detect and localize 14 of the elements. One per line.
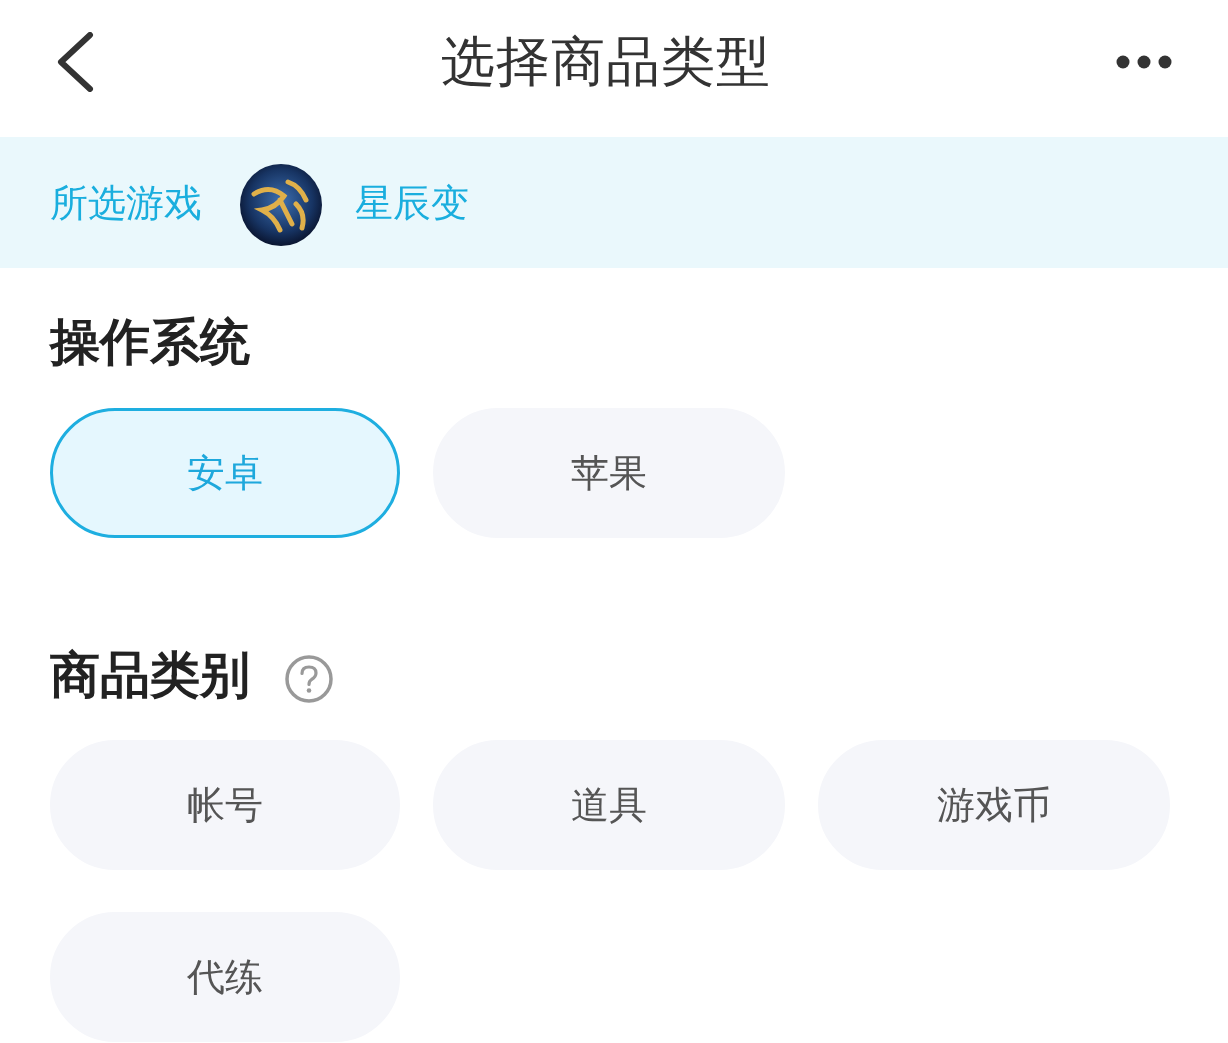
- section-title: 操作系统: [50, 312, 250, 372]
- section-title: 商品类别: [50, 645, 250, 705]
- selected-game-label: 所选游戏: [50, 179, 202, 227]
- option-button[interactable]: 游戏币: [818, 740, 1170, 870]
- game-name: 星辰变: [355, 179, 469, 227]
- page-title: 选择商品类型: [440, 30, 771, 94]
- game-icon: [240, 163, 322, 246]
- back-icon[interactable]: [55, 32, 95, 92]
- option-button[interactable]: 道具: [433, 740, 785, 870]
- option-button[interactable]: 苹果: [433, 408, 785, 538]
- option-button[interactable]: 帐号: [50, 740, 400, 870]
- help-icon[interactable]: [285, 655, 333, 703]
- more-icon[interactable]: [1116, 55, 1172, 69]
- option-button[interactable]: 代练: [50, 912, 400, 1042]
